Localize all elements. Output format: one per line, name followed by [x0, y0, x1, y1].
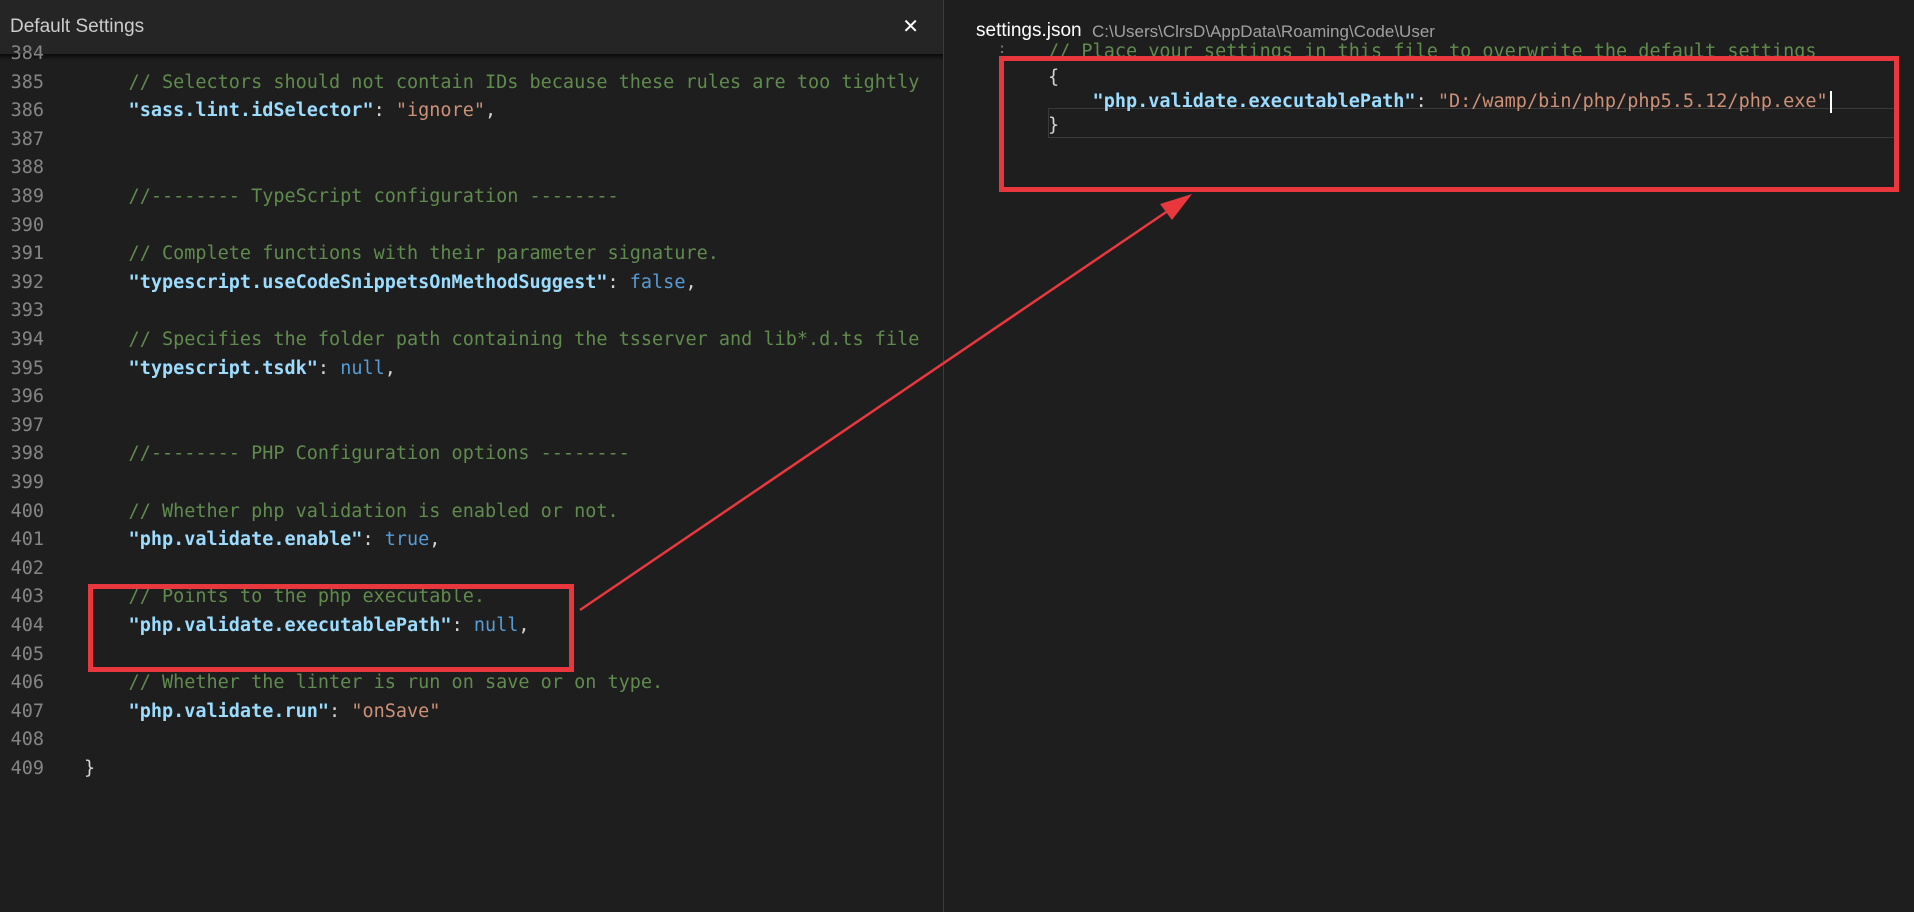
- token: :: [451, 615, 474, 636]
- token: ,: [685, 271, 697, 293]
- token: }: [1048, 115, 1060, 136]
- line-number: 386: [10, 100, 44, 122]
- line-number: 405: [10, 643, 44, 665]
- line-number: 401: [10, 529, 44, 551]
- text-caret: [1829, 91, 1832, 113]
- code-text: "typescript.tsdk": null,: [84, 355, 396, 383]
- code-line: }: [1048, 112, 1059, 140]
- line-number: 384: [10, 43, 44, 64]
- user-settings-editor[interactable]: // Place your settings in this file to o…: [944, 41, 1914, 912]
- token: // Place your settings in this file to o…: [1048, 41, 1817, 62]
- token: "typescript.tsdk": [84, 357, 318, 379]
- token: null: [340, 357, 385, 379]
- token: ,: [429, 529, 441, 551]
- token: "sass.lint.idSelector": [84, 100, 374, 122]
- code-text: // Whether the linter is run on save or …: [84, 669, 664, 697]
- code-line: "php.validate.executablePath": "D:/wamp/…: [1048, 88, 1832, 116]
- token: // Specifies the folder path containing …: [84, 329, 920, 350]
- close-icon[interactable]: ✕: [902, 14, 919, 38]
- token: "php.validate.executablePath": [84, 615, 452, 636]
- code-text: // Specifies the folder path containing …: [84, 326, 920, 354]
- token: "php.validate.enable": [84, 529, 363, 551]
- line-number: 388: [10, 157, 44, 179]
- default-settings-editor[interactable]: 384 385 // Selectors should not contain I…: [0, 43, 943, 912]
- code-text: // Points to the php executable.: [84, 583, 485, 611]
- token: :: [317, 357, 341, 379]
- token: }: [84, 758, 96, 779]
- gutter-marker: ⋮: [994, 42, 1010, 61]
- default-settings-title: Default Settings: [10, 16, 145, 37]
- code-text: // Selectors should not contain IDs beca…: [84, 69, 920, 97]
- token: // Points to the php executable.: [84, 586, 485, 608]
- code-text: //-------- PHP Configuration options ---…: [84, 440, 630, 468]
- code-text: "typescript.useCodeSnippetsOnMethodSugge…: [84, 269, 697, 297]
- code-text: "sass.lint.idSelector": "ignore",: [84, 97, 497, 125]
- code-text: // Whether php validation is enabled or …: [84, 498, 619, 526]
- token: null: [473, 615, 519, 636]
- gutter-marker: ⋮: [994, 116, 1010, 135]
- line-number: 398: [10, 443, 44, 465]
- token: {: [1048, 67, 1060, 88]
- gutter-marker: ⋮: [994, 68, 1010, 87]
- code-text: "php.validate.executablePath": null,: [84, 612, 530, 640]
- code-text: "php.validate.run": "onSave": [84, 698, 441, 726]
- line-number: 395: [10, 357, 44, 379]
- token: "typescript.useCodeSnippetsOnMethodSugge…: [84, 271, 608, 293]
- code-text: // Complete functions with their paramet…: [84, 240, 719, 268]
- token: //-------- PHP Configuration options ---…: [84, 443, 630, 465]
- line-number: 407: [10, 700, 44, 722]
- token: :: [607, 271, 630, 293]
- token: //-------- TypeScript configuration ----…: [84, 186, 619, 207]
- token: :: [329, 700, 352, 722]
- line-number: 397: [10, 414, 44, 436]
- line-number: 409: [10, 758, 44, 779]
- token: ,: [518, 615, 530, 636]
- code-line: // Place your settings in this file to o…: [1048, 38, 1817, 66]
- token: // Selectors should not contain IDs beca…: [84, 71, 920, 93]
- token: :: [362, 529, 385, 551]
- token: false: [629, 271, 686, 293]
- line-number: 402: [10, 557, 44, 579]
- token: // Whether php validation is enabled or …: [84, 500, 619, 522]
- default-settings-pane: Default Settings ✕ 384 385 // Selectors s…: [0, 0, 943, 912]
- line-number: 392: [10, 271, 44, 293]
- line-number: 396: [10, 386, 44, 408]
- code-text: "php.validate.enable": true,: [84, 526, 441, 554]
- code-text: }: [84, 755, 95, 783]
- user-settings-pane: settings.json C:\Users\ClrsD\AppData\Roa…: [944, 0, 1914, 912]
- token: :: [1415, 91, 1438, 112]
- token: "onSave": [351, 700, 441, 722]
- token: :: [373, 100, 396, 122]
- line-number: 399: [10, 472, 44, 493]
- token: "php.validate.run": [84, 700, 330, 722]
- line-number: 404: [10, 615, 44, 636]
- line-number: 394: [10, 329, 44, 350]
- token: ,: [384, 357, 396, 379]
- code-text: //-------- TypeScript configuration ----…: [84, 183, 619, 211]
- token: "ignore": [395, 100, 485, 122]
- line-number: 387: [10, 128, 44, 150]
- token: ,: [484, 100, 497, 122]
- line-number: 406: [10, 672, 44, 694]
- line-number: 393: [10, 300, 44, 322]
- line-number: 400: [10, 500, 44, 522]
- line-number: 389: [10, 186, 44, 207]
- token: true: [384, 529, 430, 551]
- token: // Complete functions with their paramet…: [84, 243, 719, 265]
- token: "php.validate.executablePath": [1048, 91, 1416, 112]
- line-number: 408: [10, 729, 44, 751]
- line-number: 391: [10, 243, 44, 265]
- token: "D:/wamp/bin/php/php5.5.12/php.exe": [1437, 91, 1828, 112]
- line-number: 403: [10, 586, 44, 608]
- line-number: 390: [10, 214, 44, 236]
- line-number: 385: [10, 71, 44, 93]
- gutter-marker: ⋮: [994, 92, 1010, 111]
- default-settings-tab[interactable]: Default Settings ✕: [0, 0, 943, 54]
- token: // Whether the linter is run on save or …: [84, 672, 664, 694]
